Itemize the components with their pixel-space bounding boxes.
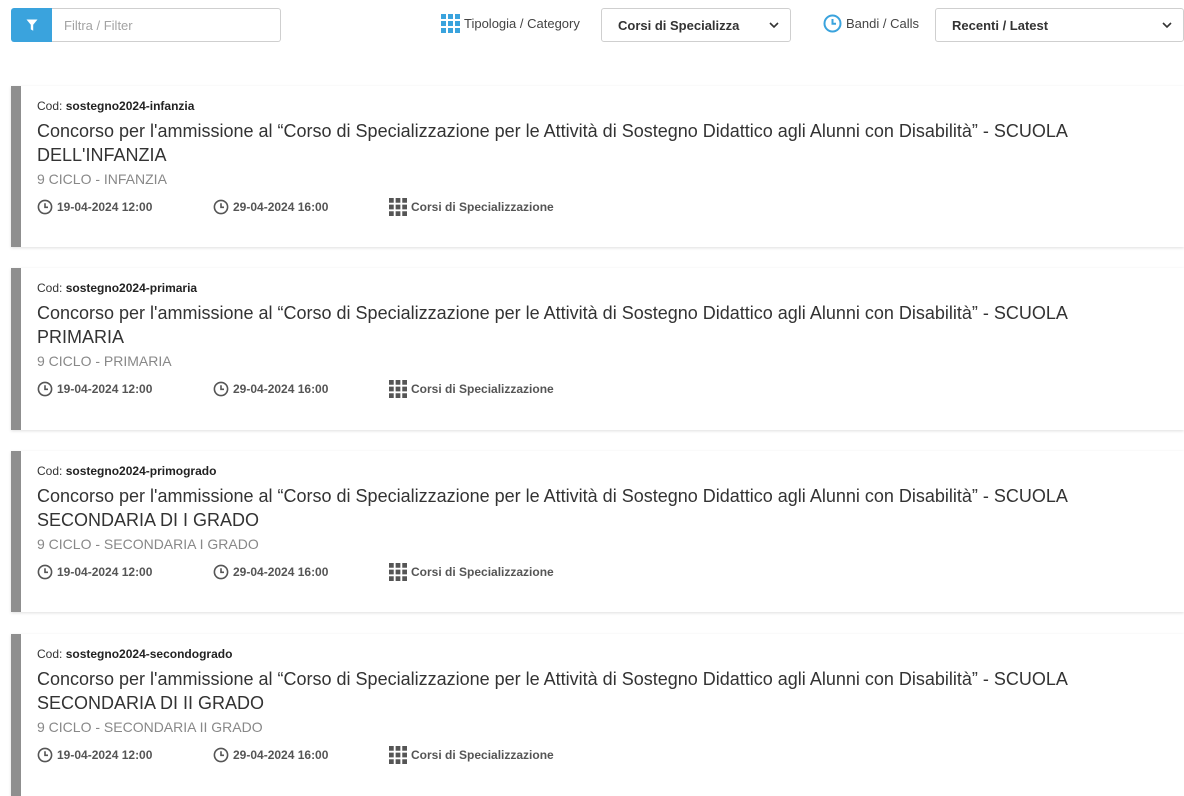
clock-icon	[37, 564, 53, 580]
filter-input[interactable]	[52, 8, 281, 42]
call-end: 29-04-2024 16:00	[213, 564, 389, 580]
call-start-date: 19-04-2024 12:00	[57, 565, 153, 579]
chevron-down-icon	[769, 22, 779, 29]
call-card[interactable]: Cod: sostegno2024-secondogrado Concorso …	[11, 634, 1184, 796]
grid-icon	[389, 198, 407, 216]
clock-icon	[37, 199, 53, 215]
call-meta: 19-04-2024 12:00 29-04-2024 16:00 Corsi …	[37, 376, 1184, 402]
call-start-date: 19-04-2024 12:00	[57, 200, 153, 214]
call-category: Corsi di Specializzazione	[389, 198, 554, 216]
call-code-label: Cod:	[37, 647, 63, 661]
call-code-line: Cod: sostegno2024-infanzia	[37, 95, 1184, 117]
call-category-label: Corsi di Specializzazione	[411, 200, 554, 214]
grid-icon	[389, 380, 407, 398]
call-category: Corsi di Specializzazione	[389, 563, 554, 581]
call-start-date: 19-04-2024 12:00	[57, 748, 153, 762]
grid-icon	[441, 14, 460, 33]
clock-icon	[37, 381, 53, 397]
call-category: Corsi di Specializzazione	[389, 746, 554, 764]
call-category-label: Corsi di Specializzazione	[411, 748, 554, 762]
call-meta: 19-04-2024 12:00 29-04-2024 16:00 Corsi …	[37, 559, 1184, 585]
clock-icon	[213, 564, 229, 580]
call-code-label: Cod:	[37, 99, 63, 113]
calls-label-group: Bandi / Calls	[823, 14, 919, 33]
category-label: Tipologia / Category	[464, 16, 580, 31]
call-end: 29-04-2024 16:00	[213, 199, 389, 215]
call-start: 19-04-2024 12:00	[37, 564, 213, 580]
call-meta: 19-04-2024 12:00 29-04-2024 16:00 Corsi …	[37, 742, 1184, 768]
calls-select[interactable]: Recenti / Latest	[935, 8, 1184, 42]
call-meta: 19-04-2024 12:00 29-04-2024 16:00 Corsi …	[37, 194, 1184, 220]
call-end: 29-04-2024 16:00	[213, 381, 389, 397]
call-subtitle: 9 CICLO - SECONDARIA I GRADO	[37, 536, 259, 552]
call-card[interactable]: Cod: sostegno2024-infanzia Concorso per …	[11, 86, 1184, 247]
category-select-value: Corsi di Specializza	[618, 17, 740, 33]
grid-icon	[389, 563, 407, 581]
clock-icon	[213, 199, 229, 215]
call-end-date: 29-04-2024 16:00	[233, 748, 329, 762]
chevron-down-icon	[1162, 22, 1172, 29]
call-start: 19-04-2024 12:00	[37, 381, 213, 397]
call-start: 19-04-2024 12:00	[37, 199, 213, 215]
calls-label: Bandi / Calls	[846, 16, 919, 31]
call-subtitle: 9 CICLO - INFANZIA	[37, 171, 167, 187]
call-code-label: Cod:	[37, 281, 63, 295]
calls-select-value: Recenti / Latest	[952, 17, 1049, 33]
grid-icon	[389, 746, 407, 764]
call-subtitle: 9 CICLO - PRIMARIA	[37, 353, 172, 369]
call-code-line: Cod: sostegno2024-primaria	[37, 277, 1184, 299]
call-category: Corsi di Specializzazione	[389, 380, 554, 398]
call-end-date: 29-04-2024 16:00	[233, 565, 329, 579]
call-category-label: Corsi di Specializzazione	[411, 382, 554, 396]
call-code-label: Cod:	[37, 464, 63, 478]
call-code: sostegno2024-primogrado	[65, 464, 217, 478]
call-title[interactable]: Concorso per l'ammissione al “Corso di S…	[37, 484, 1147, 532]
category-select[interactable]: Corsi di Specializza	[601, 8, 791, 42]
call-title[interactable]: Concorso per l'ammissione al “Corso di S…	[37, 119, 1147, 167]
call-start-date: 19-04-2024 12:00	[57, 382, 153, 396]
call-title[interactable]: Concorso per l'ammissione al “Corso di S…	[37, 301, 1147, 349]
clock-icon	[213, 747, 229, 763]
call-end-date: 29-04-2024 16:00	[233, 200, 329, 214]
call-card[interactable]: Cod: sostegno2024-primogrado Concorso pe…	[11, 451, 1184, 612]
call-code: sostegno2024-infanzia	[65, 99, 195, 113]
call-subtitle: 9 CICLO - SECONDARIA II GRADO	[37, 719, 263, 735]
call-start: 19-04-2024 12:00	[37, 747, 213, 763]
call-code-line: Cod: sostegno2024-primogrado	[37, 460, 1184, 482]
clock-icon	[823, 14, 842, 33]
clock-icon	[37, 747, 53, 763]
call-code: sostegno2024-primaria	[65, 281, 198, 295]
call-end-date: 29-04-2024 16:00	[233, 382, 329, 396]
category-label-group: Tipologia / Category	[441, 14, 580, 33]
call-end: 29-04-2024 16:00	[213, 747, 389, 763]
call-code-line: Cod: sostegno2024-secondogrado	[37, 643, 1184, 665]
call-code: sostegno2024-secondogrado	[65, 647, 233, 661]
filter-toolbar: Tipologia / Category Corsi di Specializz…	[0, 0, 1184, 50]
filter-icon	[26, 19, 37, 31]
call-card[interactable]: Cod: sostegno2024-primaria Concorso per …	[11, 268, 1184, 430]
call-category-label: Corsi di Specializzazione	[411, 565, 554, 579]
clock-icon	[213, 381, 229, 397]
filter-button[interactable]	[11, 8, 52, 42]
call-title[interactable]: Concorso per l'ammissione al “Corso di S…	[37, 667, 1147, 715]
